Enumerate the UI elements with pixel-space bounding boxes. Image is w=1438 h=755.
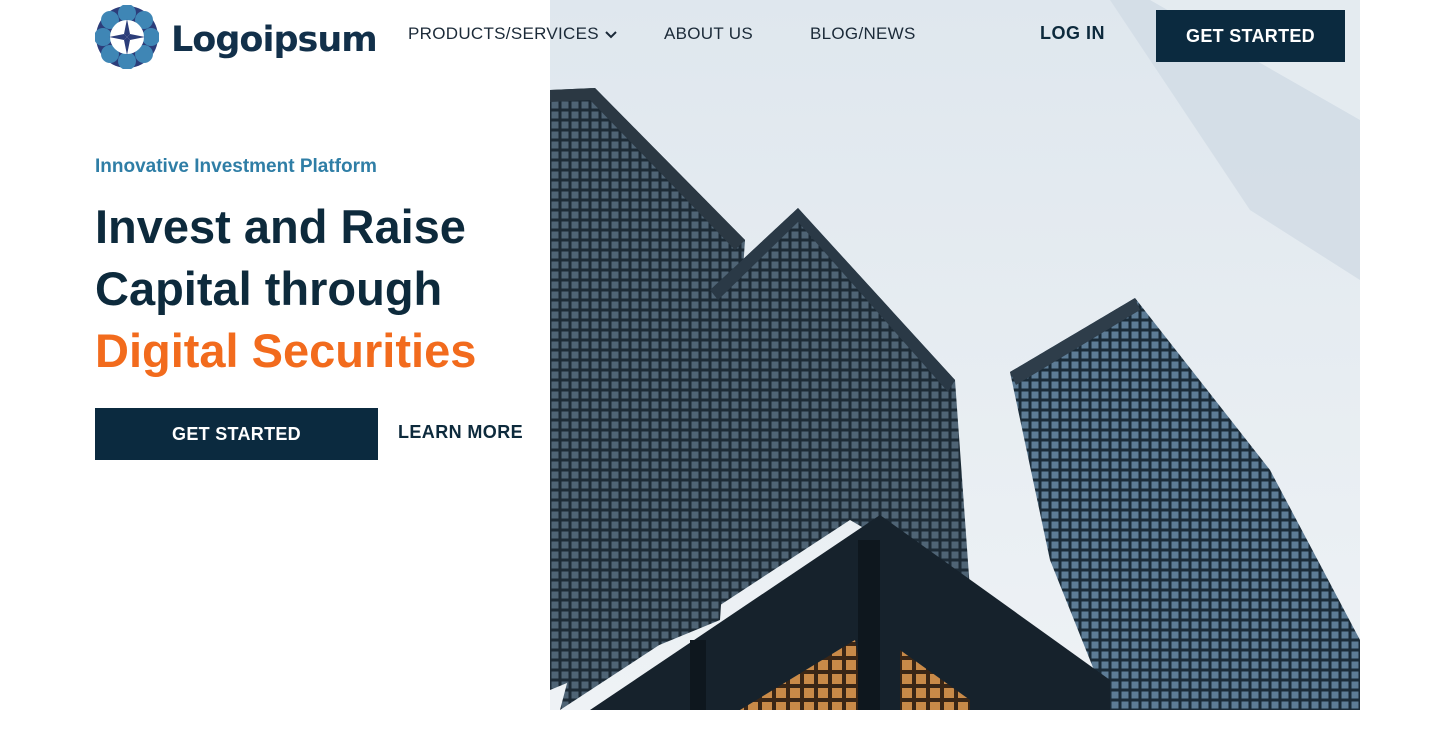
brand-logo[interactable]: Logoipsum [94,4,378,74]
headline-line-2: Capital through [95,262,443,315]
headline-accent: Digital Securities [95,324,477,377]
nav-item-label: ABOUT US [664,24,753,43]
brand-name: Logoipsum [171,19,378,60]
nav-item-label: BLOG/NEWS [810,24,916,43]
hero-get-started-button[interactable]: GET STARTED [95,408,378,460]
hero-learn-more-link[interactable]: LEARN MORE [398,422,523,443]
nav-item-products-services[interactable]: PRODUCTS/SERVICES [408,24,617,44]
nav-item-label: PRODUCTS/SERVICES [408,24,599,43]
hero-image-skyscrapers [550,0,1360,710]
nav-item-blog-news[interactable]: BLOG/NEWS [810,24,916,44]
hero-eyebrow: Innovative Investment Platform [95,156,377,177]
nav-item-about-us[interactable]: ABOUT US [664,24,753,44]
sunburst-logo-icon [94,4,160,74]
headline-line-1: Invest and Raise [95,200,466,253]
header-get-started-button[interactable]: GET STARTED [1156,10,1345,62]
hero-headline: Invest and Raise Capital through Digital… [95,196,476,382]
login-link[interactable]: LOG IN [1040,23,1105,44]
chevron-down-icon [605,24,617,44]
